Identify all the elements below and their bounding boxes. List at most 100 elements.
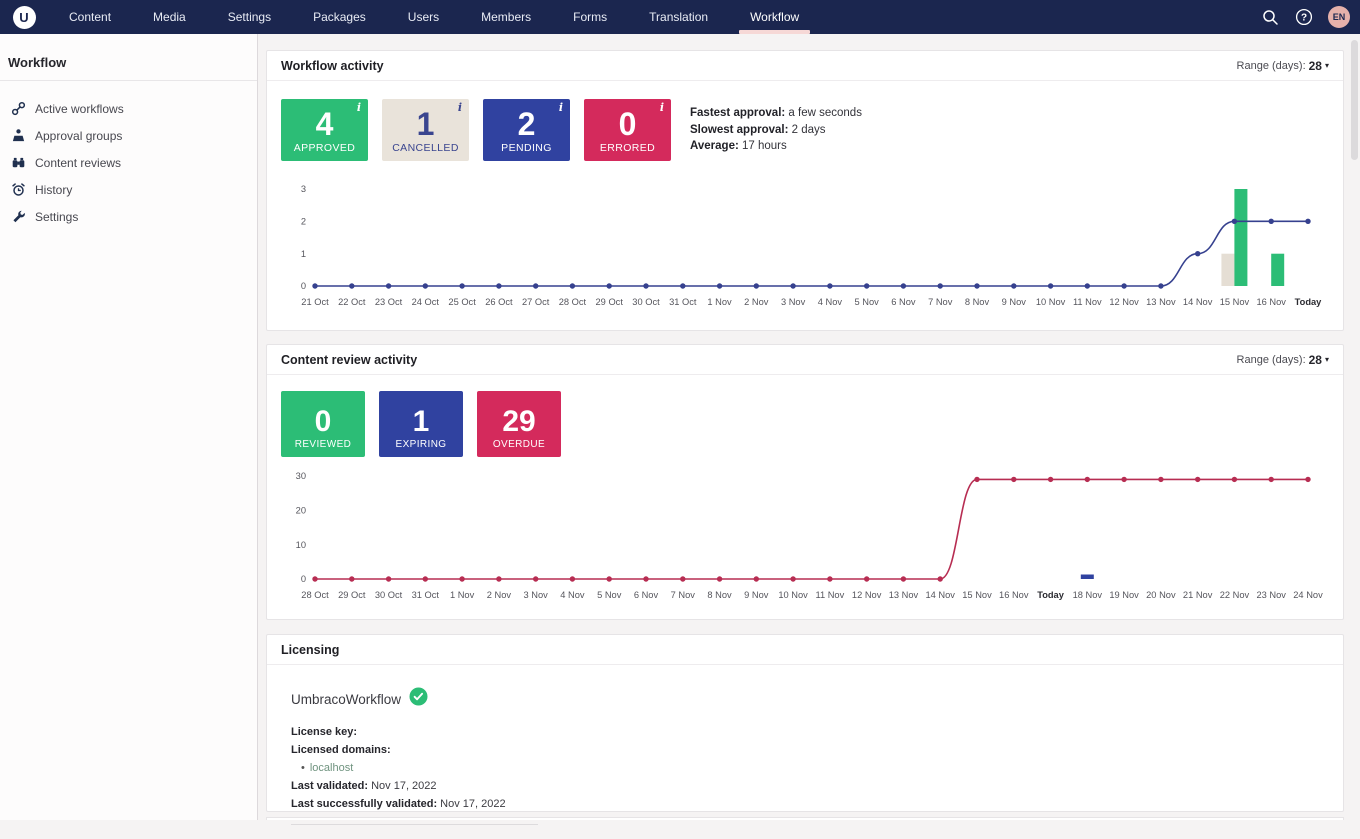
stat-card-errored: i 0 ERRORED bbox=[584, 99, 671, 161]
last-success-value: Nov 17, 2022 bbox=[437, 798, 506, 810]
chevron-down-icon: ▾ bbox=[1325, 61, 1329, 70]
svg-text:4 Nov: 4 Nov bbox=[560, 590, 585, 600]
svg-text:5 Nov: 5 Nov bbox=[597, 590, 622, 600]
svg-text:15 Nov: 15 Nov bbox=[962, 590, 992, 600]
svg-text:6 Nov: 6 Nov bbox=[891, 297, 916, 307]
umbraco-logo[interactable]: U bbox=[0, 6, 48, 29]
stat-value: 29 bbox=[502, 408, 535, 437]
svg-text:28 Oct: 28 Oct bbox=[559, 297, 587, 307]
svg-text:24 Oct: 24 Oct bbox=[412, 297, 440, 307]
svg-text:3: 3 bbox=[301, 184, 306, 194]
nav-item-members[interactable]: Members bbox=[460, 0, 552, 34]
svg-text:14 Nov: 14 Nov bbox=[1183, 297, 1213, 307]
workflow-stat-cards: i 4 APPROVED i 1 CANCELLED i 2 PENDING i… bbox=[281, 99, 671, 161]
workflow-activity-panel: Workflow activity Range (days): 28 ▾ i 4… bbox=[266, 50, 1344, 331]
svg-text:12 Nov: 12 Nov bbox=[852, 590, 882, 600]
svg-text:28 Oct: 28 Oct bbox=[301, 590, 329, 600]
stat-line-label: Slowest approval: bbox=[690, 124, 788, 136]
nav-right-actions: ? EN bbox=[1260, 6, 1360, 28]
nav-item-media[interactable]: Media bbox=[132, 0, 207, 34]
svg-text:1 Nov: 1 Nov bbox=[707, 297, 732, 307]
workflow-activity-chart: 012321 Oct22 Oct23 Oct24 Oct25 Oct26 Oct… bbox=[281, 180, 1331, 312]
stat-value: 0 bbox=[315, 408, 332, 437]
svg-text:2 Nov: 2 Nov bbox=[744, 297, 769, 307]
workflow-chain-icon bbox=[10, 100, 27, 117]
info-icon[interactable]: i bbox=[660, 101, 664, 114]
svg-text:14 Nov: 14 Nov bbox=[925, 590, 955, 600]
chevron-down-icon: ▾ bbox=[1325, 355, 1329, 364]
stat-label: REVIEWED bbox=[295, 439, 352, 450]
nav-item-translation[interactable]: Translation bbox=[628, 0, 729, 34]
svg-text:10 Nov: 10 Nov bbox=[1036, 297, 1066, 307]
nav-item-settings[interactable]: Settings bbox=[207, 0, 292, 34]
binoculars-icon bbox=[10, 154, 27, 171]
svg-text:1: 1 bbox=[301, 249, 306, 259]
info-icon[interactable]: i bbox=[458, 101, 462, 114]
svg-text:Today: Today bbox=[1295, 297, 1323, 307]
svg-text:2: 2 bbox=[301, 217, 306, 227]
stat-card-cancelled: i 1 CANCELLED bbox=[382, 99, 469, 161]
help-icon[interactable]: ? bbox=[1294, 7, 1314, 27]
sidebar-section-title: Workflow bbox=[0, 34, 257, 81]
svg-text:30 Oct: 30 Oct bbox=[375, 590, 403, 600]
panel-title: Workflow activity bbox=[281, 59, 384, 73]
info-icon[interactable]: i bbox=[357, 101, 361, 114]
svg-text:23 Nov: 23 Nov bbox=[1256, 590, 1286, 600]
stat-label: CANCELLED bbox=[392, 142, 459, 154]
svg-text:10 Nov: 10 Nov bbox=[778, 590, 808, 600]
workflow-sidebar: Workflow Active workflows Approval group… bbox=[0, 34, 258, 820]
svg-text:16 Nov: 16 Nov bbox=[1256, 297, 1286, 307]
range-label: Range (days): bbox=[1237, 354, 1306, 366]
nav-item-workflow[interactable]: Workflow bbox=[729, 0, 820, 34]
svg-text:26 Oct: 26 Oct bbox=[485, 297, 513, 307]
stat-value: 4 bbox=[316, 109, 334, 139]
sidebar-item-settings[interactable]: Settings bbox=[0, 203, 257, 230]
nav-item-users[interactable]: Users bbox=[387, 0, 460, 34]
stat-card-pending: i 2 PENDING bbox=[483, 99, 570, 161]
stat-value: 1 bbox=[413, 408, 430, 437]
stat-card-reviewed: 0 REVIEWED bbox=[281, 391, 365, 457]
licensed-domains-label: Licensed domains: bbox=[291, 744, 391, 756]
licensing-panel: Licensing UmbracoWorkflow License key: L… bbox=[266, 634, 1344, 812]
sidebar-item-label: Settings bbox=[35, 210, 78, 224]
svg-text:4 Nov: 4 Nov bbox=[818, 297, 843, 307]
stat-value: 1 bbox=[417, 109, 435, 139]
search-icon[interactable] bbox=[1260, 7, 1280, 27]
svg-text:3 Nov: 3 Nov bbox=[524, 590, 549, 600]
svg-text:21 Oct: 21 Oct bbox=[301, 297, 329, 307]
range-value: 28 bbox=[1309, 353, 1322, 367]
approval-group-icon bbox=[10, 127, 27, 144]
stat-line-value: 2 days bbox=[788, 124, 825, 136]
range-days-dropdown[interactable]: Range (days): 28 ▾ bbox=[1237, 59, 1329, 73]
stat-label: APPROVED bbox=[294, 142, 356, 154]
divider bbox=[291, 824, 538, 825]
svg-text:0: 0 bbox=[301, 574, 306, 584]
sidebar-item-active-workflows[interactable]: Active workflows bbox=[0, 95, 257, 122]
svg-text:22 Oct: 22 Oct bbox=[338, 297, 366, 307]
svg-text:20: 20 bbox=[296, 506, 306, 516]
stat-value: 2 bbox=[518, 109, 536, 139]
nav-item-packages[interactable]: Packages bbox=[292, 0, 387, 34]
sidebar-item-label: Active workflows bbox=[35, 102, 124, 116]
user-avatar[interactable]: EN bbox=[1328, 6, 1350, 28]
sidebar-item-history[interactable]: History bbox=[0, 176, 257, 203]
umbraco-logo-mark: U bbox=[13, 6, 36, 29]
scrollbar-thumb[interactable] bbox=[1351, 40, 1358, 160]
wrench-icon bbox=[10, 208, 27, 225]
sidebar-item-label: Content reviews bbox=[35, 156, 121, 170]
range-days-dropdown[interactable]: Range (days): 28 ▾ bbox=[1237, 353, 1329, 367]
nav-item-content[interactable]: Content bbox=[48, 0, 132, 34]
stat-label: OVERDUE bbox=[493, 439, 545, 450]
svg-text:18 Nov: 18 Nov bbox=[1073, 590, 1103, 600]
approval-time-stats: Fastest approval: a few seconds Slowest … bbox=[690, 99, 862, 161]
sidebar-item-approval-groups[interactable]: Approval groups bbox=[0, 122, 257, 149]
svg-text:29 Oct: 29 Oct bbox=[596, 297, 624, 307]
last-validated-value: Nov 17, 2022 bbox=[368, 780, 437, 792]
stat-label: ERRORED bbox=[600, 142, 655, 154]
sidebar-item-content-reviews[interactable]: Content reviews bbox=[0, 149, 257, 176]
alarm-clock-icon bbox=[10, 181, 27, 198]
nav-item-forms[interactable]: Forms bbox=[552, 0, 628, 34]
svg-text:21 Nov: 21 Nov bbox=[1183, 590, 1213, 600]
svg-text:12 Nov: 12 Nov bbox=[1109, 297, 1139, 307]
info-icon[interactable]: i bbox=[559, 101, 563, 114]
